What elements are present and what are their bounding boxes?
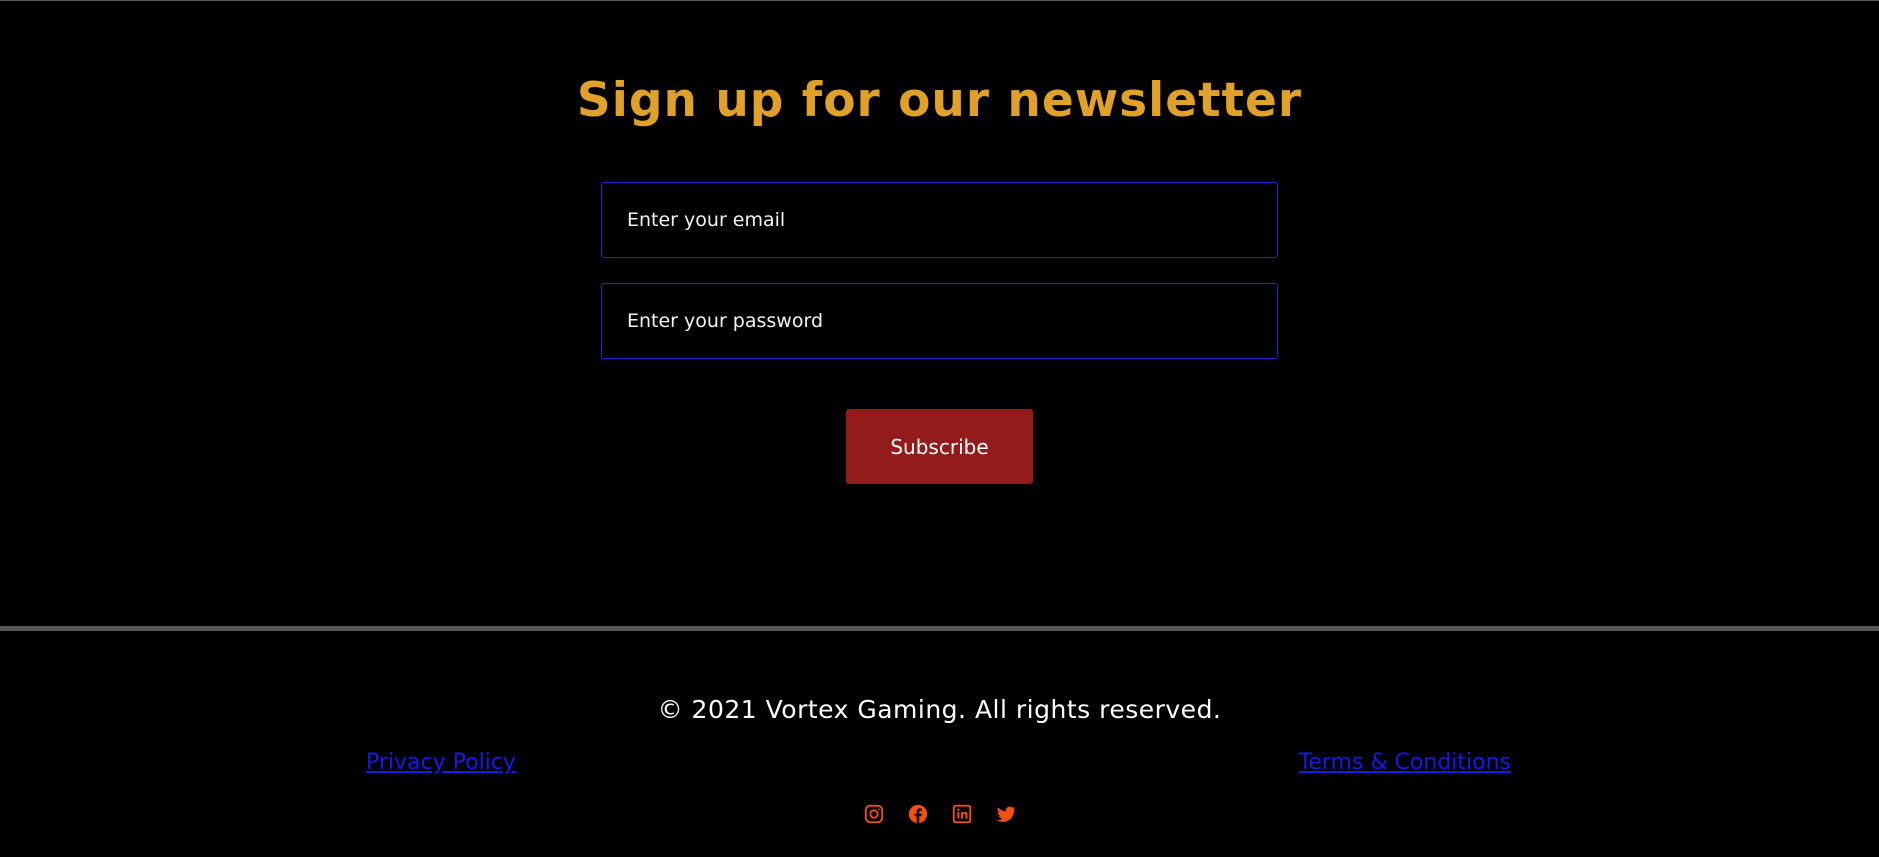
privacy-policy-link[interactable]: Privacy Policy [366,750,516,775]
newsletter-section: Sign up for our newsletter Subscribe [0,1,1879,627]
copyright-text: © 2021 Vortex Gaming. All rights reserve… [657,695,1222,724]
linkedin-icon[interactable] [951,803,973,825]
subscribe-button[interactable]: Subscribe [846,409,1033,484]
newsletter-title: Sign up for our newsletter [576,73,1303,128]
terms-conditions-link[interactable]: Terms & Conditions [1299,750,1511,775]
twitter-icon[interactable] [995,803,1017,825]
password-field[interactable] [601,283,1278,359]
instagram-icon[interactable] [863,803,885,825]
social-links [0,803,1879,825]
footer-divider [0,626,1879,631]
page: Sign up for our newsletter Subscribe © 2… [0,0,1879,857]
email-field[interactable] [601,182,1278,258]
facebook-icon[interactable] [907,803,929,825]
